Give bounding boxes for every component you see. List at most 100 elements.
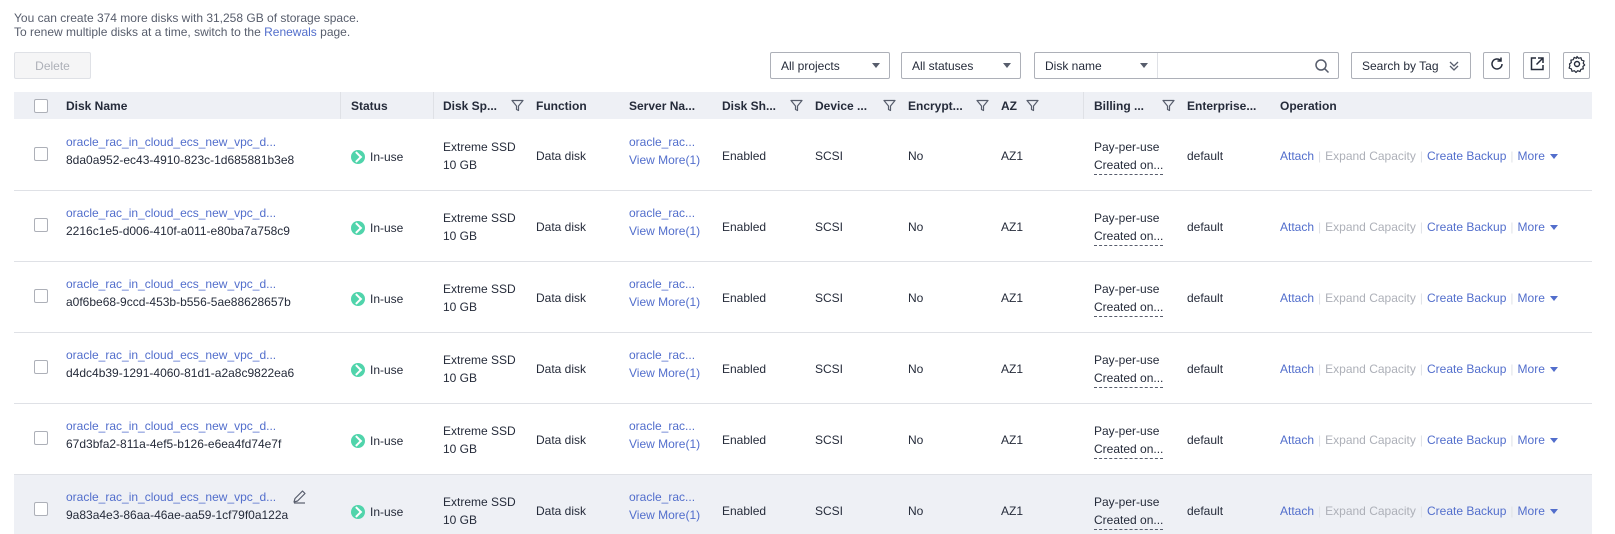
col-disk-spec[interactable]: Disk Sp...	[443, 92, 528, 119]
col-status[interactable]: Status	[351, 92, 388, 119]
col-server-name[interactable]: Server Na...	[629, 92, 695, 119]
row-checkbox[interactable]	[34, 289, 48, 308]
caret-down-icon	[1549, 509, 1558, 514]
settings-button[interactable]	[1563, 52, 1590, 79]
row-checkbox[interactable]	[34, 147, 48, 166]
server-name-link[interactable]: oracle_rac...	[629, 204, 695, 222]
attach-link[interactable]: Attach	[1280, 291, 1314, 305]
col-disk-name[interactable]: Disk Name	[66, 92, 127, 119]
attach-link[interactable]: Attach	[1280, 362, 1314, 376]
search-field-select[interactable]: Disk name	[1035, 53, 1158, 78]
more-menu[interactable]: More	[1518, 291, 1558, 305]
disk-id: a0f6be68-9ccd-453b-b556-5ae88628657b	[66, 295, 291, 309]
status-text: In-use	[370, 363, 404, 377]
create-backup-link[interactable]: Create Backup	[1427, 149, 1506, 163]
filter-icon[interactable]	[1026, 99, 1039, 115]
disk-name-link[interactable]: oracle_rac_in_cloud_ecs_new_vpc_d...	[66, 133, 276, 151]
created-on[interactable]: Created on...	[1094, 369, 1164, 388]
statuses-select[interactable]: All statuses	[901, 52, 1021, 79]
row-checkbox[interactable]	[34, 502, 48, 521]
create-backup-link[interactable]: Create Backup	[1427, 362, 1506, 376]
more-menu[interactable]: More	[1518, 362, 1558, 376]
view-more-link[interactable]: View More(1)	[629, 151, 700, 169]
function-cell: Data disk	[536, 504, 587, 518]
create-backup-link[interactable]: Create Backup	[1427, 291, 1506, 305]
row-checkbox[interactable]	[34, 360, 48, 379]
disk-name-link[interactable]: oracle_rac_in_cloud_ecs_new_vpc_d...	[66, 346, 276, 364]
create-backup-link[interactable]: Create Backup	[1427, 220, 1506, 234]
enterprise-project-cell: default	[1187, 149, 1224, 163]
col-device-type[interactable]: Device ...	[815, 92, 900, 119]
view-more-link[interactable]: View More(1)	[629, 222, 700, 240]
server-name-link[interactable]: oracle_rac...	[629, 488, 695, 506]
delete-button[interactable]: Delete	[14, 52, 91, 79]
col-billing[interactable]: Billing ...	[1094, 92, 1179, 119]
col-function[interactable]: Function	[536, 92, 587, 119]
created-on[interactable]: Created on...	[1094, 298, 1164, 317]
filter-icon[interactable]	[790, 99, 803, 115]
col-enterprise-project[interactable]: Enterprise...	[1187, 92, 1256, 119]
col-az[interactable]: AZ	[1001, 92, 1061, 119]
enterprise-project-cell: default	[1187, 433, 1224, 447]
renewals-link[interactable]: Renewals	[264, 25, 317, 39]
col-disk-sharing[interactable]: Disk Sh...	[722, 92, 807, 119]
filter-icon[interactable]	[511, 99, 524, 115]
projects-select[interactable]: All projects	[770, 52, 890, 79]
expand-capacity-link[interactable]: Expand Capacity	[1325, 362, 1416, 376]
select-all-checkbox[interactable]	[34, 92, 48, 119]
col-encryption[interactable]: Encrypt...	[908, 92, 993, 119]
expand-capacity-link[interactable]: Expand Capacity	[1325, 149, 1416, 163]
created-on[interactable]: Created on...	[1094, 511, 1164, 530]
billing-mode: Pay-per-use	[1094, 353, 1160, 367]
filter-icon[interactable]	[883, 99, 896, 115]
attach-link[interactable]: Attach	[1280, 149, 1314, 163]
disk-spec-size: 10 GB	[443, 442, 478, 456]
status-ok-icon	[351, 221, 365, 235]
view-more-link[interactable]: View More(1)	[629, 506, 700, 524]
disk-name-link[interactable]: oracle_rac_in_cloud_ecs_new_vpc_d...	[66, 275, 276, 293]
filter-icon[interactable]	[1162, 99, 1175, 115]
created-on[interactable]: Created on...	[1094, 440, 1164, 459]
server-name-link[interactable]: oracle_rac...	[629, 346, 695, 364]
more-menu[interactable]: More	[1518, 220, 1558, 234]
gear-icon	[1568, 55, 1586, 76]
created-on[interactable]: Created on...	[1094, 156, 1164, 175]
attach-link[interactable]: Attach	[1280, 504, 1314, 518]
created-on[interactable]: Created on...	[1094, 227, 1164, 246]
server-name-link[interactable]: oracle_rac...	[629, 417, 695, 435]
disk-name-link[interactable]: oracle_rac_in_cloud_ecs_new_vpc_d...	[66, 204, 276, 222]
view-more-link[interactable]: View More(1)	[629, 435, 700, 453]
more-menu[interactable]: More	[1518, 149, 1558, 163]
expand-capacity-link[interactable]: Expand Capacity	[1325, 291, 1416, 305]
disk-name-link[interactable]: oracle_rac_in_cloud_ecs_new_vpc_d...	[66, 417, 276, 435]
row-checkbox[interactable]	[34, 218, 48, 237]
expand-capacity-link[interactable]: Expand Capacity	[1325, 504, 1416, 518]
billing-mode: Pay-per-use	[1094, 211, 1160, 225]
disk-name-link[interactable]: oracle_rac_in_cloud_ecs_new_vpc_d...	[66, 488, 276, 506]
row-checkbox[interactable]	[34, 431, 48, 450]
search-input[interactable]	[1161, 55, 1311, 76]
refresh-button[interactable]	[1483, 52, 1510, 79]
expand-capacity-link[interactable]: Expand Capacity	[1325, 433, 1416, 447]
more-menu[interactable]: More	[1518, 504, 1558, 518]
search-by-tag-button[interactable]: Search by Tag	[1351, 52, 1471, 79]
view-more-link[interactable]: View More(1)	[629, 364, 700, 382]
create-backup-link[interactable]: Create Backup	[1427, 504, 1506, 518]
view-more-link[interactable]: View More(1)	[629, 293, 700, 311]
filter-icon[interactable]	[976, 99, 989, 115]
attach-link[interactable]: Attach	[1280, 433, 1314, 447]
disk-spec-type: Extreme SSD	[443, 424, 516, 438]
export-button[interactable]	[1523, 52, 1550, 79]
encryption-cell: No	[908, 433, 924, 447]
server-name-link[interactable]: oracle_rac...	[629, 275, 695, 293]
edit-icon[interactable]	[292, 489, 307, 507]
operation-cell: Attach | Expand Capacity | Create Backup | Mor…	[1280, 147, 1558, 165]
table-row: oracle_rac_in_cloud_ecs_new_vpc_d... a0f6…	[14, 262, 1592, 333]
attach-link[interactable]: Attach	[1280, 220, 1314, 234]
billing-mode: Pay-per-use	[1094, 282, 1160, 296]
create-backup-link[interactable]: Create Backup	[1427, 433, 1506, 447]
search-icon[interactable]	[1314, 58, 1330, 77]
more-menu[interactable]: More	[1518, 433, 1558, 447]
server-name-link[interactable]: oracle_rac...	[629, 133, 695, 151]
expand-capacity-link[interactable]: Expand Capacity	[1325, 220, 1416, 234]
